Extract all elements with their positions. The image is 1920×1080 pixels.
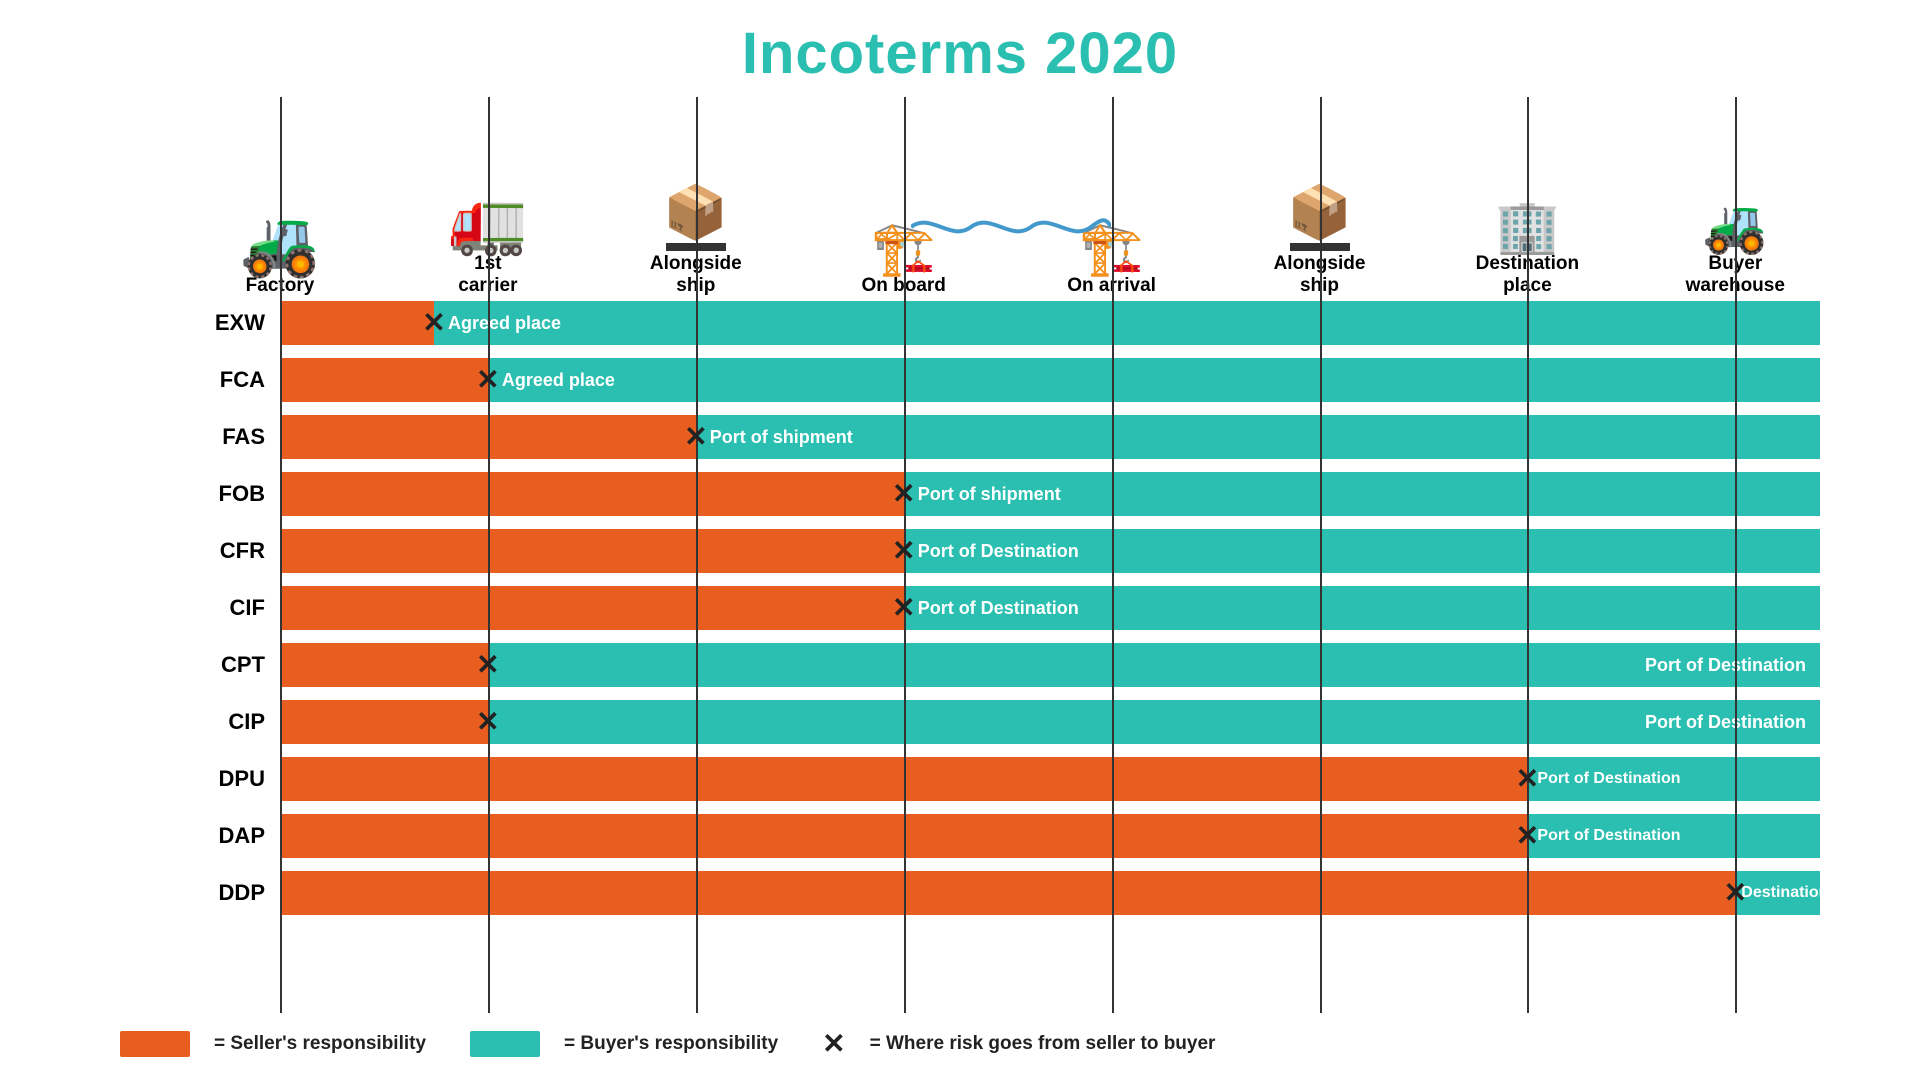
exw-cross: ✕	[422, 309, 445, 337]
ddp-cross: ✕	[1724, 879, 1747, 907]
cpt-teal: Port of Destination	[488, 643, 1820, 687]
dap-cross: ✕	[1516, 822, 1539, 850]
row-dap: DAP Port of Destination ✕	[280, 810, 1820, 862]
cfr-teal: Port of Destination	[904, 529, 1820, 573]
fca-orange	[280, 358, 488, 402]
label-dap: DAP	[175, 823, 265, 849]
cip-orange	[280, 700, 488, 744]
row-exw: EXW Agreed place ✕	[280, 297, 1820, 349]
legend: = Seller's responsibility = Buyer's resp…	[120, 1027, 1860, 1060]
exw-teal: Agreed place	[434, 301, 1820, 345]
label-fob: FOB	[175, 481, 265, 507]
label-dpu: DPU	[175, 766, 265, 792]
exw-label: Agreed place	[448, 313, 561, 334]
legend-cross-label: = Where risk goes from seller to buyer	[870, 1033, 1216, 1055]
legend-orange-box	[120, 1031, 190, 1057]
cif-orange	[280, 586, 904, 630]
cfr-orange	[280, 529, 904, 573]
exw-orange	[280, 301, 434, 345]
cpt-label: Port of Destination	[1645, 655, 1806, 676]
legend-teal-box	[470, 1031, 540, 1057]
label-ddp: DDP	[175, 880, 265, 906]
vline-buyerwh	[1735, 97, 1737, 1013]
fas-cross: ✕	[684, 423, 707, 451]
cip-label: Port of Destination	[1645, 712, 1806, 733]
row-cfr: CFR Port of Destination ✕	[280, 525, 1820, 577]
cif-cross: ✕	[892, 594, 915, 622]
row-fca: FCA Agreed place ✕	[280, 354, 1820, 406]
vline-carrier	[488, 97, 490, 1013]
dpu-cross: ✕	[1516, 765, 1539, 793]
cif-teal: Port of Destination	[904, 586, 1820, 630]
row-ddp: DDP Destination ✕	[280, 867, 1820, 919]
vline-alongside1	[696, 97, 698, 1013]
label-fca: FCA	[175, 367, 265, 393]
legend-seller-label: = Seller's responsibility	[214, 1033, 426, 1055]
header-row: 🚜 Factory 🚛 1stcarrier 📦 Alongsideship 🏗…	[280, 97, 1820, 297]
label-cif: CIF	[175, 595, 265, 621]
vline-alongside2	[1320, 97, 1322, 1013]
row-fob: FOB Port of shipment ✕	[280, 468, 1820, 520]
label-cip: CIP	[175, 709, 265, 735]
row-cip: CIP Port of Destination ✕	[280, 696, 1820, 748]
label-cfr: CFR	[175, 538, 265, 564]
fob-teal: Port of shipment	[904, 472, 1820, 516]
row-cpt: CPT Port of Destination ✕	[280, 639, 1820, 691]
vline-destplace	[1527, 97, 1529, 1013]
cif-label: Port of Destination	[918, 598, 1079, 619]
ddp-label: Destination	[1741, 884, 1828, 902]
dap-label: Port of Destination	[1537, 827, 1680, 845]
dap-teal: Port of Destination	[1527, 814, 1820, 858]
dpu-teal: Port of Destination	[1527, 757, 1820, 801]
page-container: Incoterms 2020 🚜 Factory 🚛 1stcarrier 📦 …	[0, 0, 1920, 1080]
dpu-label: Port of Destination	[1537, 770, 1680, 788]
rows-area: EXW Agreed place ✕ FCA Agreed place	[280, 297, 1820, 1013]
fob-orange	[280, 472, 904, 516]
cpt-orange	[280, 643, 488, 687]
fca-label: Agreed place	[502, 370, 615, 391]
cip-teal: Port of Destination	[488, 700, 1820, 744]
cpt-cross: ✕	[476, 651, 499, 679]
cip-cross: ✕	[476, 708, 499, 736]
fas-teal: Port of shipment	[696, 415, 1820, 459]
cfr-label: Port of Destination	[918, 541, 1079, 562]
row-dpu: DPU Port of Destination ✕	[280, 753, 1820, 805]
fas-label: Port of shipment	[710, 427, 853, 448]
label-fas: FAS	[175, 424, 265, 450]
legend-buyer-label: = Buyer's responsibility	[564, 1033, 778, 1055]
main-title: Incoterms 2020	[742, 20, 1178, 87]
row-cif: CIF Port of Destination ✕	[280, 582, 1820, 634]
fca-teal: Agreed place	[488, 358, 1820, 402]
wave-decoration	[911, 212, 1111, 242]
fob-label: Port of shipment	[918, 484, 1061, 505]
cfr-cross: ✕	[892, 537, 915, 565]
fob-cross: ✕	[892, 480, 915, 508]
ddp-teal: Destination	[1735, 871, 1820, 915]
fca-cross: ✕	[476, 366, 499, 394]
ddp-orange	[280, 871, 1735, 915]
label-cpt: CPT	[175, 652, 265, 678]
label-exw: EXW	[175, 310, 265, 336]
row-fas: FAS Port of shipment ✕	[280, 411, 1820, 463]
vline-factory	[280, 97, 282, 1013]
vline-onarrival	[1112, 97, 1114, 1013]
legend-cross-symbol: ✕	[822, 1027, 845, 1060]
